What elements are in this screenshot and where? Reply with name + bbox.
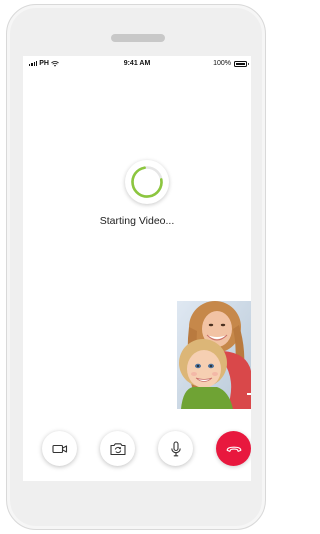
self-view-image [177,301,251,409]
battery-icon [234,60,249,67]
microphone-button[interactable] [158,431,193,466]
hangup-button[interactable] [216,431,251,466]
status-bar-right: 100% [213,60,249,67]
phone-hangup-icon [226,446,241,452]
self-view-video[interactable] [177,301,251,409]
call-status-text: Starting Video... [99,215,175,227]
microphone-icon [170,440,181,456]
phone-screen: PH 9:41 AM 100% Starting Video... [23,56,251,481]
video-toggle-button[interactable] [42,431,77,466]
call-controls [23,431,251,467]
switch-camera-button[interactable] [100,431,135,466]
camera-switch-icon [109,442,126,455]
loading-spinner [125,160,169,204]
spinner-icon [131,166,163,198]
phone-speaker [111,34,165,42]
status-bar: PH 9:41 AM 100% [23,56,251,70]
phone-frame: PH 9:41 AM 100% Starting Video... [6,4,266,530]
battery-percent: 100% [213,60,231,67]
video-camera-icon [51,444,67,453]
